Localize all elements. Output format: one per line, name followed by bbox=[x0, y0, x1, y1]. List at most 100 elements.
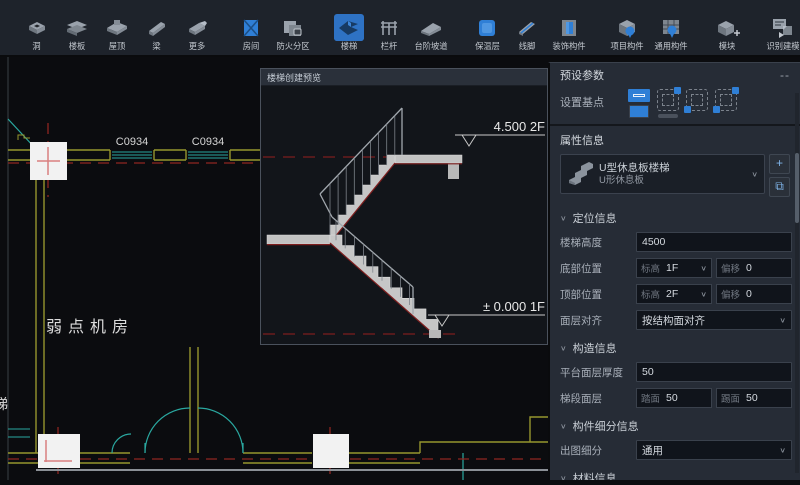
base-point-center-icon bbox=[628, 89, 650, 102]
toolbar-label: 项目构件 bbox=[610, 41, 643, 50]
toolbar-button-beam[interactable]: 梁 bbox=[137, 0, 177, 55]
toolbar-label: 更多 bbox=[189, 41, 206, 50]
more-icon bbox=[185, 14, 209, 41]
room-icon bbox=[240, 14, 262, 41]
room-label: 弱点机房 bbox=[46, 318, 134, 336]
top-level-select[interactable]: 标高 2F ∨ bbox=[636, 284, 712, 304]
properties-title: 属性信息 bbox=[550, 126, 800, 152]
stair-type-dropdown[interactable]: U型休息板楼梯 U形休息板 ∨ bbox=[560, 154, 765, 194]
copy-type-button[interactable]: ⧉ bbox=[769, 177, 790, 197]
riser-finish-input[interactable]: 踢面 50 bbox=[716, 388, 792, 408]
toolbar-button-railing[interactable]: 栏杆 bbox=[369, 0, 409, 55]
toolbar-button-stairs[interactable]: 楼梯 bbox=[329, 0, 369, 55]
elevation-marker-2f: 4.500 2F bbox=[455, 119, 545, 146]
fire-zone-icon bbox=[280, 14, 306, 41]
preview-title-bar[interactable]: 楼梯创建预览 bbox=[261, 69, 547, 86]
toolbar-label: 识别建模 bbox=[767, 41, 800, 50]
section-construction[interactable]: ∨ 构造信息 bbox=[550, 333, 800, 359]
stair-railings bbox=[320, 108, 413, 314]
module-icon bbox=[714, 14, 740, 41]
section-material[interactable]: ∨ 材料信息 bbox=[550, 463, 800, 480]
window-tag: C0934 bbox=[116, 136, 148, 148]
base-point-top-right-icon bbox=[657, 89, 679, 111]
floor-slab-icon bbox=[64, 14, 90, 41]
roof-icon bbox=[104, 14, 130, 41]
stairs-icon bbox=[334, 14, 364, 41]
svg-text:4.500 2F: 4.500 2F bbox=[494, 119, 545, 134]
toolbar-button-steps-ramp[interactable]: 台阶坡道 bbox=[409, 0, 453, 55]
detail-select[interactable]: 通用 ∨ bbox=[636, 440, 792, 460]
bottom-position-row: 底部位置 标高 1F ∨ 偏移 0 bbox=[550, 255, 800, 281]
toolbar-group-components: 项目构件 通用构件 bbox=[600, 0, 698, 55]
chevron-down-icon: ∨ bbox=[560, 474, 567, 480]
window-symbols bbox=[8, 152, 228, 437]
type-selector: U型休息板楼梯 U形休息板 ∨ + ⧉ bbox=[560, 154, 790, 197]
toolbar-label: 装饰构件 bbox=[552, 41, 585, 50]
collapse-icon[interactable]: -- bbox=[780, 68, 790, 82]
base-point-option-3[interactable] bbox=[686, 89, 708, 118]
toolbar-button-generic-components[interactable]: 通用构件 bbox=[649, 0, 693, 55]
chevron-down-icon: ∨ bbox=[560, 214, 567, 223]
generic-components-icon bbox=[658, 14, 684, 41]
toolbar-label: 栏杆 bbox=[381, 41, 398, 50]
toolbar-button-molding[interactable]: 线脚 bbox=[507, 0, 547, 55]
partial-label: 梯 bbox=[0, 396, 8, 412]
base-point-option-1[interactable] bbox=[628, 89, 650, 118]
chevron-down-icon: ∨ bbox=[779, 316, 786, 325]
toolbar-group-stairs: 楼梯 栏杆 台阶坡道 bbox=[324, 0, 458, 55]
app: { "colors":{"accent":"#2f7fd6","wall_yel… bbox=[0, 0, 800, 480]
tread-finish-input[interactable]: 踏面 50 bbox=[636, 388, 712, 408]
type-buttons: + ⧉ bbox=[769, 154, 790, 197]
platform-thickness-input[interactable]: 50 bbox=[636, 362, 792, 382]
toolbar-group-structure: 洞 楼板 屋顶 梁 更多 bbox=[12, 0, 222, 55]
toolbar-group-recognize: 识别建模 bbox=[756, 0, 800, 55]
base-point-row: 设置基点 bbox=[550, 85, 800, 124]
scrollbar-thumb[interactable] bbox=[795, 153, 799, 223]
section-position[interactable]: ∨ 定位信息 bbox=[550, 203, 800, 229]
bottom-level-select[interactable]: 标高 1F ∨ bbox=[636, 258, 712, 278]
add-type-button[interactable]: + bbox=[769, 154, 790, 174]
toolbar-button-more[interactable]: 更多 bbox=[177, 0, 217, 55]
toolbar-button-floor-slab[interactable]: 楼板 bbox=[57, 0, 97, 55]
toolbar-button-project-components[interactable]: 项目构件 bbox=[605, 0, 649, 55]
panel-header: 预设参数 -- bbox=[550, 63, 800, 85]
toolbar-label: 洞 bbox=[33, 41, 41, 50]
base-point-label: 设置基点 bbox=[560, 89, 618, 110]
align-row: 面层对齐 按结构面对齐 ∨ bbox=[550, 307, 800, 333]
toolbar-label: 通用构件 bbox=[655, 41, 688, 50]
top-position-row: 顶部位置 标高 2F ∨ 偏移 0 bbox=[550, 281, 800, 307]
top-offset-input[interactable]: 偏移 0 bbox=[716, 284, 792, 304]
align-select[interactable]: 按结构面对齐 ∨ bbox=[636, 310, 792, 330]
base-point-bottom-left-icon bbox=[686, 89, 708, 111]
indicator bbox=[658, 114, 678, 118]
toolbar-button-insulation[interactable]: 保温层 bbox=[467, 0, 507, 55]
stair-height-input[interactable]: 4500 bbox=[636, 232, 792, 252]
stair-flights bbox=[330, 155, 441, 338]
toolbar-label: 房间 bbox=[243, 41, 260, 50]
chevron-down-icon: ∨ bbox=[700, 290, 707, 299]
toolbar-button-decor-component[interactable]: 装饰构件 bbox=[547, 0, 591, 55]
beam-icon bbox=[145, 14, 169, 41]
toolbar-group-finishes: 保温层 线脚 装饰构件 bbox=[462, 0, 596, 55]
toolbar-button-room[interactable]: 房间 bbox=[231, 0, 271, 55]
stair-preview-window: 楼梯创建预览 4.500 2F ± 0.000 1F bbox=[260, 68, 548, 345]
base-point-option-2[interactable] bbox=[657, 89, 679, 118]
section-subdivision[interactable]: ∨ 构件细分信息 bbox=[550, 411, 800, 437]
toolbar-button-recognize-model[interactable]: 识别建模 bbox=[761, 0, 800, 55]
stair-height-row: 楼梯高度 4500 bbox=[550, 229, 800, 255]
chevron-down-icon: ∨ bbox=[700, 264, 707, 273]
bottom-offset-input[interactable]: 偏移 0 bbox=[716, 258, 792, 278]
panel-scrollbar[interactable] bbox=[795, 93, 799, 473]
base-point-option-4[interactable] bbox=[715, 89, 737, 118]
toolbar-label: 楼板 bbox=[69, 41, 86, 50]
project-components-icon bbox=[614, 14, 640, 41]
toolbar-button-module[interactable]: 模块 bbox=[707, 0, 747, 55]
toolbar-button-roof[interactable]: 屋顶 bbox=[97, 0, 137, 55]
stair-type-text: U型休息板楼梯 U形休息板 bbox=[599, 162, 745, 187]
selected-indicator bbox=[629, 105, 649, 118]
toolbar-button-hole[interactable]: 洞 bbox=[17, 0, 57, 55]
ramp-icon bbox=[418, 14, 444, 41]
toolbar-label: 屋顶 bbox=[109, 41, 126, 50]
cad-symbol bbox=[18, 135, 30, 140]
toolbar-button-fire-zone[interactable]: 防火分区 bbox=[271, 0, 315, 55]
